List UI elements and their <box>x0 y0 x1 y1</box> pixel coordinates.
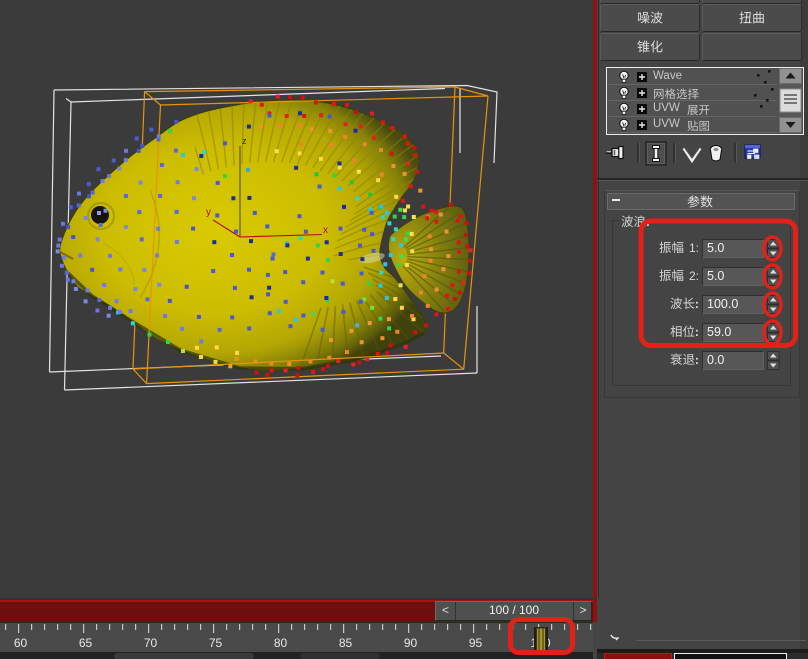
svg-text:x: x <box>323 225 328 236</box>
svg-text:y: y <box>206 207 211 218</box>
svg-text:60: 60 <box>14 636 28 650</box>
svg-text:80: 80 <box>274 636 288 650</box>
svg-text:z: z <box>242 136 247 146</box>
svg-text:65: 65 <box>79 636 93 650</box>
svg-text:70: 70 <box>144 636 158 650</box>
svg-text:85: 85 <box>339 636 353 650</box>
svg-text:90: 90 <box>404 636 418 650</box>
svg-text:95: 95 <box>469 636 483 650</box>
svg-text:75: 75 <box>209 636 223 650</box>
